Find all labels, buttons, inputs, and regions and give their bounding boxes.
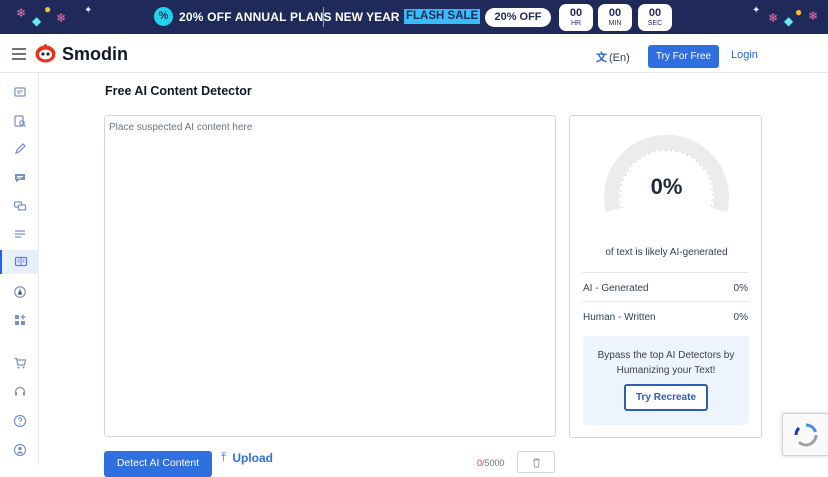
banner-discount-pill[interactable]: 20% OFF (485, 8, 551, 27)
timer-minutes: 00 MIN (598, 4, 632, 31)
sidebar-item-support[interactable] (0, 380, 39, 404)
result-panel: 0% of text is likely AI-generated AI - G… (569, 115, 762, 438)
timer-seconds: 00 SEC (638, 4, 672, 31)
upload-button[interactable]: ⤒ Upload (221, 450, 273, 465)
language-label: (En) (609, 52, 630, 64)
page-title: Free AI Content Detector (105, 84, 252, 98)
rewriter-icon (13, 87, 26, 97)
sidebar-item-chat[interactable] (0, 166, 39, 190)
translate-icon (13, 201, 26, 211)
ai-detector-icon (14, 256, 27, 267)
chat-icon (14, 174, 25, 183)
sidebar-item-help[interactable] (0, 409, 39, 433)
cart-icon (14, 357, 26, 369)
timer-minutes-unit: MIN (608, 20, 622, 27)
character-limit: /5000 (482, 458, 505, 468)
upload-icon: ⤒ (221, 450, 227, 464)
sidebar-item-grader[interactable] (0, 280, 39, 304)
humanize-promo-text: Bypass the top AI Detectors by Humanizin… (597, 350, 735, 376)
apps-icon (14, 314, 25, 325)
sidebar-item-summarizer[interactable] (0, 222, 39, 246)
snowflake-icon: ❄ (16, 6, 27, 20)
language-selector[interactable]: 文 (En) (596, 49, 630, 65)
recaptcha-icon (794, 423, 817, 446)
sidebar-item-apps[interactable] (0, 308, 39, 332)
brand-name[interactable]: Smodin (62, 44, 128, 65)
result-row-label: AI - Generated (583, 283, 649, 294)
trash-icon (532, 458, 540, 467)
plagiarism-icon (13, 115, 26, 127)
try-recreate-button[interactable]: Try Recreate (624, 384, 708, 411)
result-row-value: 0% (733, 283, 748, 294)
ai-score-caption: of text is likely AI-generated (605, 247, 728, 258)
sidebar-item-account[interactable] (0, 438, 39, 462)
try-for-free-button[interactable]: Try For Free (648, 45, 719, 68)
ornament-icon: ◆ (784, 14, 794, 28)
translate-icon: 文 (596, 52, 607, 64)
sidebar-item-translate[interactable] (0, 194, 39, 218)
sidebar-item-ai-detector[interactable] (0, 250, 39, 274)
ai-content-input[interactable] (105, 116, 555, 436)
result-row-human: Human - Written 0% (582, 301, 749, 329)
ai-score-percent: 0% (650, 174, 683, 199)
timer-hours-unit: HR (570, 20, 582, 27)
ornament-icon: ● (795, 5, 803, 19)
sparkle-icon: ✦ (84, 5, 93, 16)
timer-seconds-unit: SEC (647, 20, 663, 27)
ornament-icon: ◆ (32, 14, 42, 28)
sidebar-item-rewriter[interactable] (0, 80, 39, 104)
banner-offer: 20% OFF ANNUAL PLANS (179, 10, 332, 24)
timer-hours: 00 HR (559, 4, 593, 31)
timer-minutes-value: 00 (608, 7, 622, 19)
timer-hours-value: 00 (569, 7, 583, 19)
content-editor[interactable] (104, 115, 556, 437)
menu-icon[interactable] (12, 48, 26, 60)
smodin-logo-icon[interactable] (35, 44, 56, 63)
humanize-promo: Bypass the top AI Detectors by Humanizin… (583, 336, 749, 425)
snowflake-icon: ❄ (768, 11, 779, 25)
account-icon (13, 443, 26, 457)
grader-icon (13, 286, 26, 298)
login-link[interactable]: Login (731, 49, 758, 61)
sidebar-item-cart[interactable] (0, 351, 39, 375)
clear-text-button[interactable] (517, 451, 555, 473)
ornament-icon: ● (44, 2, 52, 16)
recaptcha-badge[interactable] (782, 413, 828, 456)
result-row-value: 0% (733, 312, 748, 323)
sidebar (0, 73, 39, 465)
sidebar-item-writer[interactable] (0, 137, 39, 161)
banner-flash-sale: FLASH SALE (404, 9, 481, 24)
support-icon (14, 386, 25, 396)
banner-new-year: NEW YEAR (335, 10, 400, 24)
help-icon (13, 414, 26, 428)
upload-label: Upload (232, 450, 273, 465)
snowflake-icon: ❄ (56, 11, 67, 25)
result-row-label: Human - Written (583, 312, 656, 323)
sidebar-item-plagiarism[interactable] (0, 109, 39, 133)
discount-tag-icon: % (154, 7, 173, 26)
banner-divider (323, 7, 324, 27)
promo-banner[interactable]: ❄ ◆ ● ❄ ✦ ✦ ❄ ◆ ● ❄ % 20% OFF ANNUAL PLA… (0, 0, 828, 34)
timer-seconds-value: 00 (648, 7, 662, 19)
top-header: Smodin 文 (En) Try For Free Login (0, 34, 828, 73)
summarizer-icon (14, 230, 25, 238)
character-counter: 0/5000 (477, 458, 505, 468)
result-row-ai: AI - Generated 0% (582, 272, 749, 300)
sparkle-icon: ✦ (752, 5, 761, 16)
pencil-icon (14, 143, 26, 154)
detect-ai-content-button[interactable]: Detect AI Content (104, 451, 212, 477)
snowflake-icon: ❄ (808, 9, 819, 23)
